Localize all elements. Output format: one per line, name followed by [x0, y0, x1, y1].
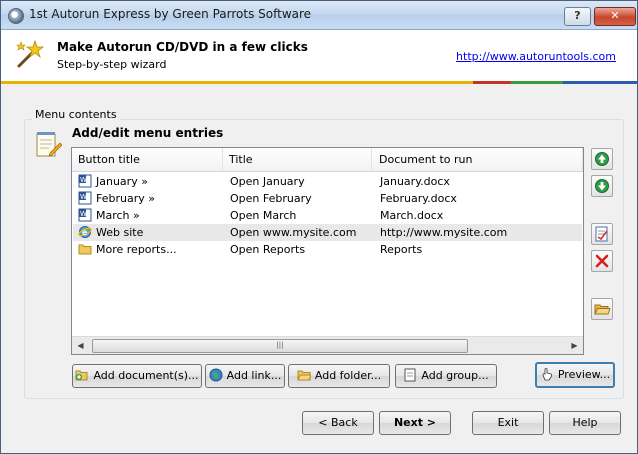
- cell-button-title: Web site: [96, 226, 144, 239]
- table-row[interactable]: More reports... Open Reports Reports: [73, 241, 582, 258]
- ie-globe-icon: e: [78, 226, 92, 238]
- cell-button-title: February »: [96, 192, 155, 205]
- table-row[interactable]: W February » Open February February.docx: [73, 190, 582, 207]
- section-title: Add/edit menu entries: [72, 126, 224, 140]
- svg-text:W: W: [80, 193, 87, 201]
- scrollbar-thumb[interactable]: |||: [92, 339, 468, 353]
- delete-entry-button[interactable]: [591, 250, 613, 272]
- arrow-down-icon: [595, 179, 609, 193]
- group-label: Menu contents: [32, 108, 120, 121]
- edit-entry-button[interactable]: [591, 223, 613, 245]
- cell-document: March.docx: [380, 209, 444, 222]
- cell-button-title: January »: [96, 175, 148, 188]
- app-disc-icon: [8, 8, 24, 24]
- svg-text:W: W: [80, 176, 87, 184]
- wizard-header: Make Autorun CD/DVD in a few clicks Step…: [1, 30, 637, 81]
- accent-bar-red: [473, 81, 511, 84]
- column-button-title[interactable]: Button title: [72, 148, 223, 171]
- window-title: 1st Autorun Express by Green Parrots Sof…: [29, 7, 312, 21]
- horizontal-scrollbar[interactable]: ◀ ||| ▶: [72, 336, 583, 354]
- cell-title: Open January: [230, 175, 305, 188]
- word-doc-icon: W: [78, 191, 92, 205]
- column-document-to-run[interactable]: Document to run: [373, 148, 583, 171]
- cell-title: Open www.mysite.com: [230, 226, 357, 239]
- svg-text:W: W: [80, 210, 87, 218]
- word-doc-icon: W: [78, 174, 92, 188]
- scroll-left-icon[interactable]: ◀: [72, 337, 89, 354]
- cell-title: Open March: [230, 209, 297, 222]
- scroll-right-icon[interactable]: ▶: [566, 337, 583, 354]
- next-button[interactable]: Next >: [379, 411, 451, 435]
- table-row[interactable]: W January » Open January January.docx: [73, 173, 582, 190]
- cell-document: January.docx: [380, 175, 450, 188]
- add-folder-button[interactable]: Add folder...: [288, 364, 390, 388]
- column-title[interactable]: Title: [223, 148, 372, 171]
- cell-document: Reports: [380, 243, 423, 256]
- cell-title: Open February: [230, 192, 312, 205]
- add-group-button[interactable]: Add group...: [395, 364, 497, 388]
- add-document-button[interactable]: Add document(s)...: [72, 364, 202, 388]
- header-subtitle: Step-by-step wizard: [57, 58, 167, 71]
- magic-wand-icon: [16, 39, 45, 68]
- pointer-hand-icon: [542, 368, 552, 381]
- cell-button-title: More reports...: [96, 243, 177, 256]
- back-button[interactable]: < Back: [302, 411, 374, 435]
- add-document-icon: [75, 370, 88, 381]
- folder-icon: [78, 244, 92, 255]
- title-help-button[interactable]: ?: [564, 7, 591, 26]
- menu-entries-list[interactable]: Button title Title Document to run W Jan…: [71, 147, 584, 355]
- move-up-button[interactable]: [591, 148, 613, 170]
- move-down-button[interactable]: [591, 175, 613, 197]
- exit-button[interactable]: Exit: [472, 411, 544, 435]
- accent-bar-green: [511, 81, 563, 84]
- cell-document: February.docx: [380, 192, 457, 205]
- delete-x-icon: [595, 254, 609, 268]
- arrow-up-icon: [595, 152, 609, 166]
- accent-bar-yellow: [1, 81, 473, 84]
- globe-icon: [209, 368, 223, 382]
- header-title: Make Autorun CD/DVD in a few clicks: [57, 40, 308, 54]
- list-header: Button title Title Document to run: [72, 148, 583, 172]
- edit-document-icon: [595, 226, 608, 242]
- add-link-button[interactable]: Add link...: [205, 364, 285, 388]
- table-row[interactable]: W March » Open March March.docx: [73, 207, 582, 224]
- accent-bar-blue: [563, 81, 637, 84]
- help-button[interactable]: Help: [549, 411, 621, 435]
- open-folder-button[interactable]: [591, 298, 613, 320]
- open-folder-icon: [594, 304, 611, 315]
- website-link[interactable]: http://www.autoruntools.com: [456, 50, 616, 63]
- folder-add-icon: [297, 370, 311, 381]
- table-row-selected[interactable]: e Web site Open www.mysite.com http://ww…: [73, 224, 582, 241]
- preview-button[interactable]: Preview...: [535, 362, 615, 388]
- group-document-icon: [404, 368, 416, 382]
- word-doc-icon: W: [78, 208, 92, 222]
- cell-title: Open Reports: [230, 243, 306, 256]
- notepad-edit-icon: [36, 132, 62, 157]
- title-close-button[interactable]: ✕: [594, 7, 636, 26]
- svg-text:e: e: [82, 228, 88, 237]
- cell-button-title: March »: [96, 209, 140, 222]
- cell-document: http://www.mysite.com: [380, 226, 508, 239]
- title-bar[interactable]: 1st Autorun Express by Green Parrots Sof…: [1, 1, 637, 30]
